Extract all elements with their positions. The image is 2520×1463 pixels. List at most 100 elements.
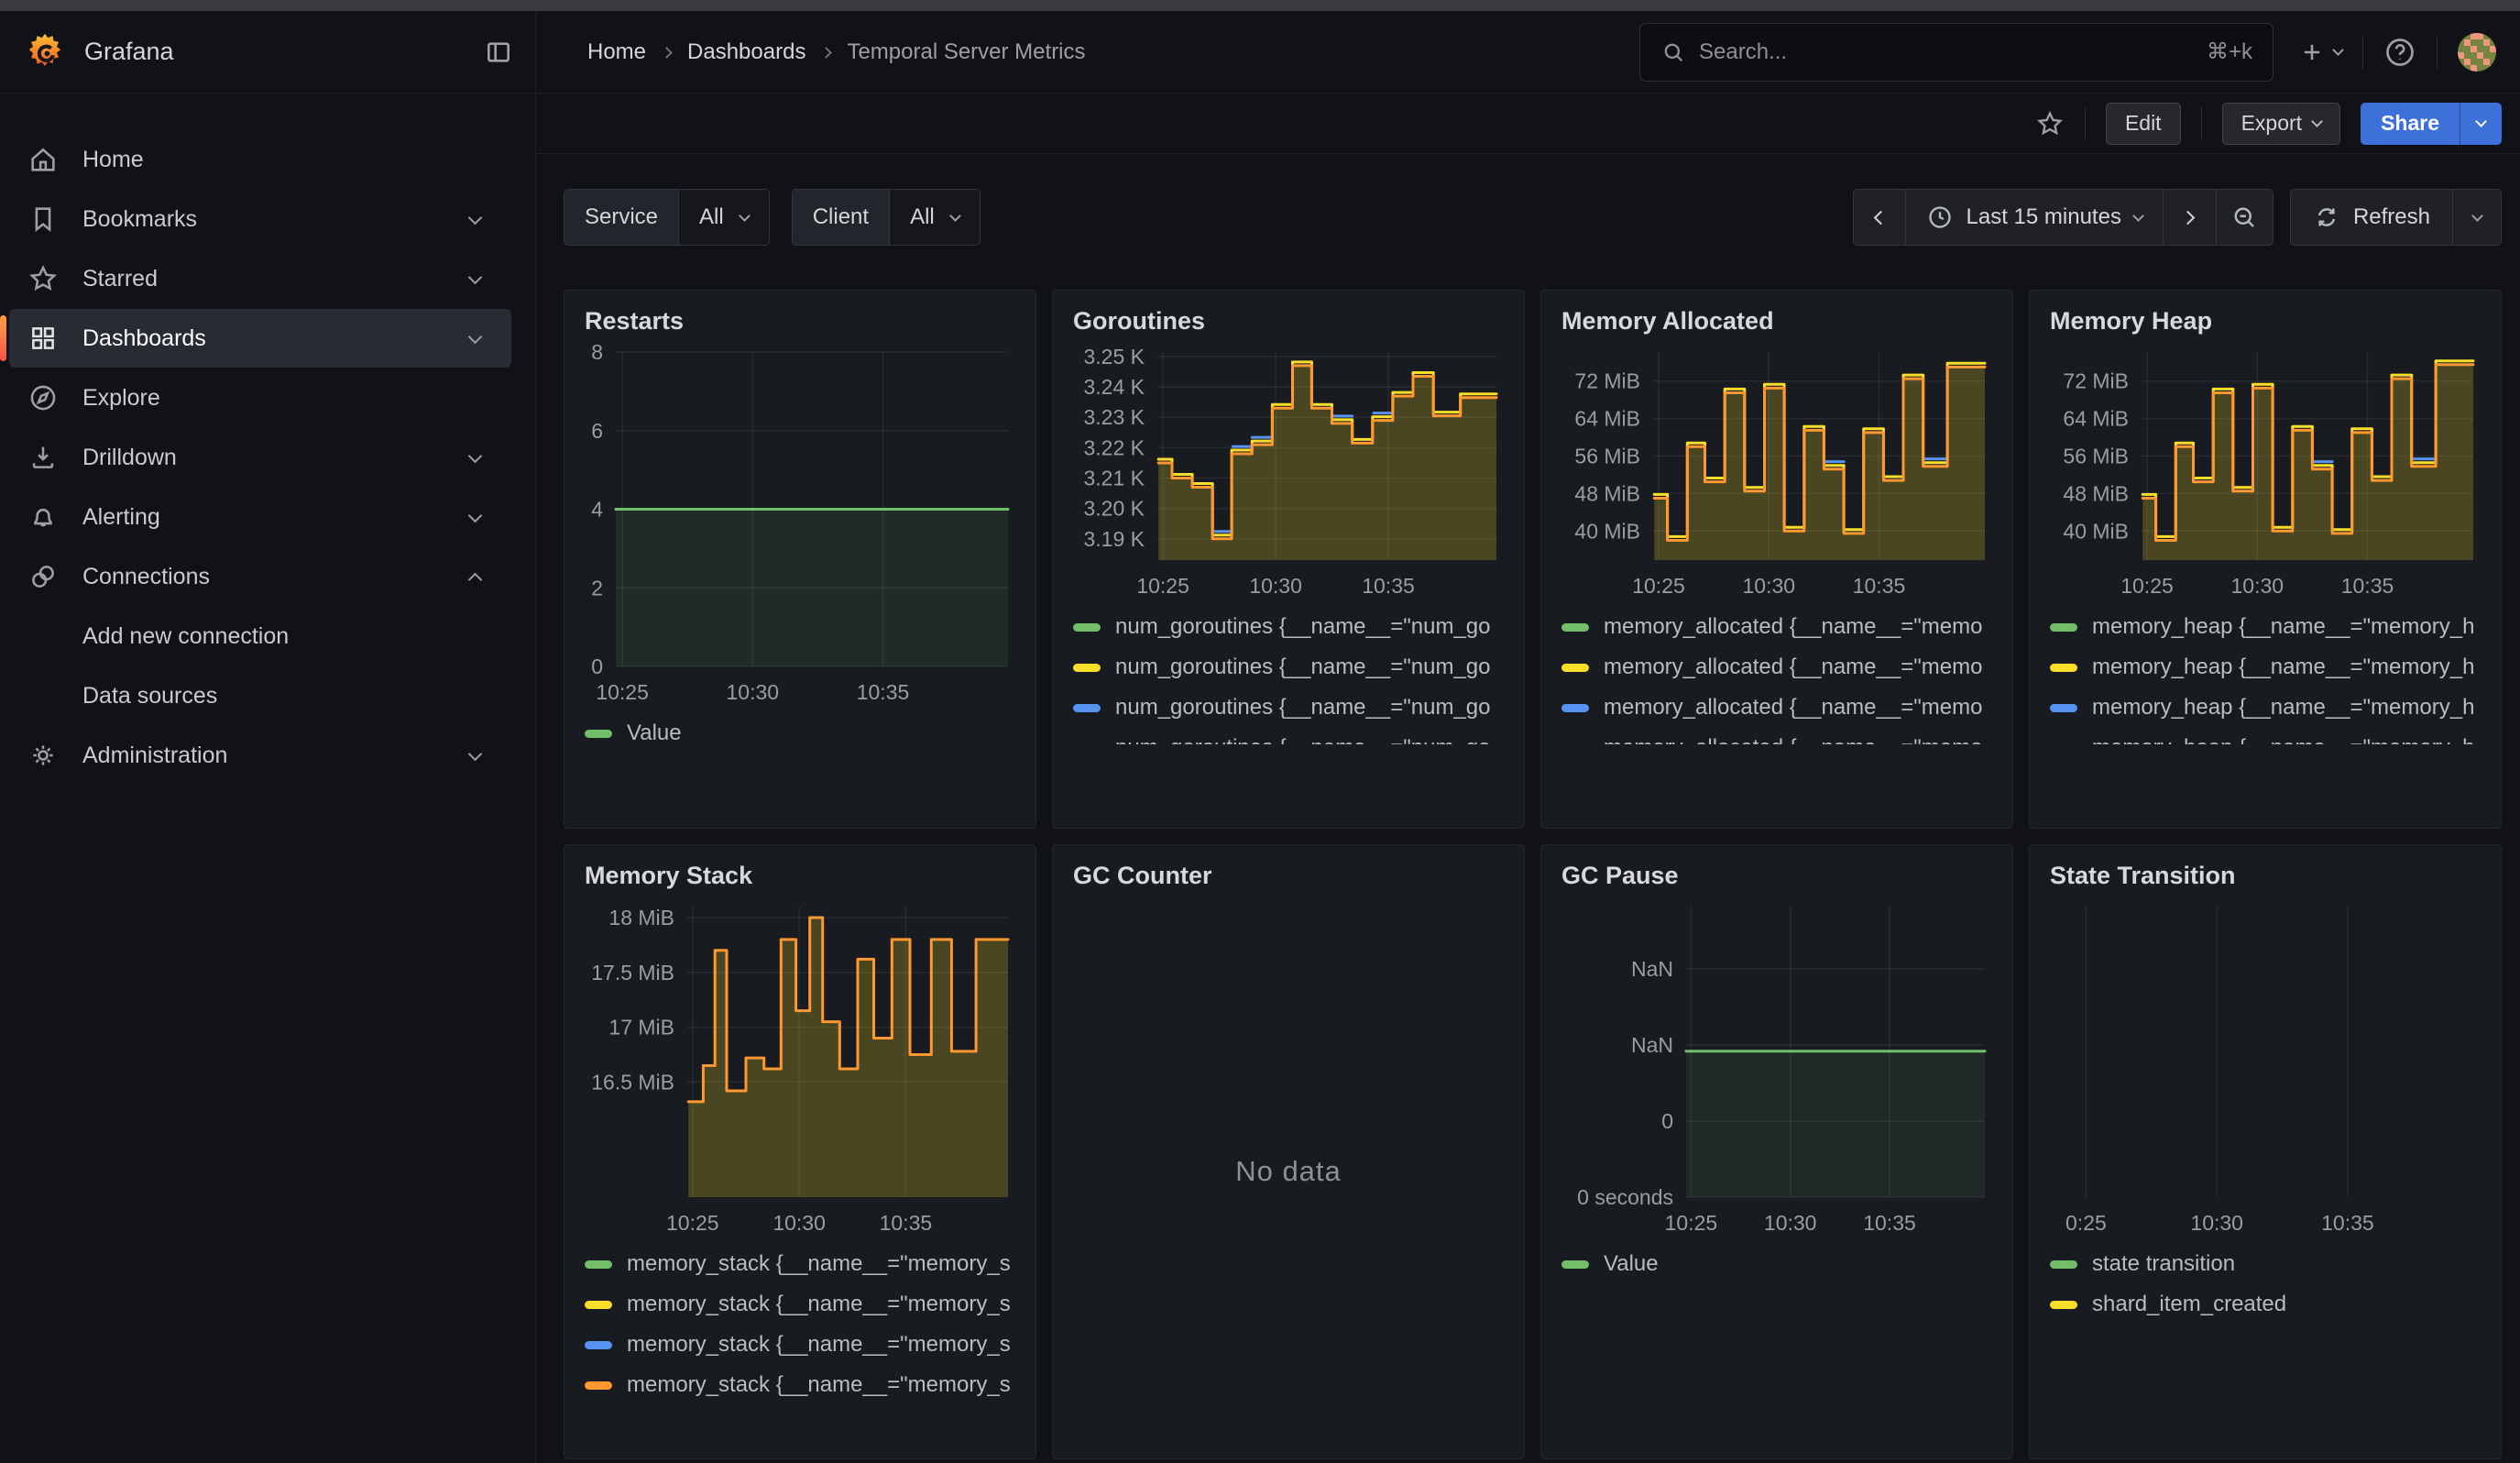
zoom-out-button[interactable] — [2217, 189, 2273, 246]
export-button[interactable]: Export — [2222, 103, 2340, 145]
sidebar-item-dashboards[interactable]: Dashboards — [9, 309, 511, 368]
panel-title[interactable]: Memory Heap — [2050, 307, 2481, 336]
legend-item[interactable]: memory_allocated {__name__="memo — [1561, 728, 1992, 744]
filter-value-dropdown[interactable]: All — [889, 190, 980, 245]
help-button[interactable] — [2383, 36, 2416, 69]
link-icon — [27, 561, 59, 592]
panel-title[interactable]: GC Pause — [1561, 862, 1992, 890]
share-label[interactable]: Share — [2361, 103, 2460, 145]
legend-item[interactable]: memory_heap {__name__="memory_h — [2050, 607, 2481, 647]
legend-item[interactable]: num_goroutines {__name__="num_go — [1073, 688, 1504, 728]
panel-title[interactable]: State Transition — [2050, 862, 2481, 890]
share-split-button[interactable]: Share — [2361, 103, 2502, 145]
panel-goroutines: Goroutines 3.19 K3.20 K3.21 K3.22 K3.23 K… — [1052, 290, 1525, 829]
filter-value-dropdown[interactable]: All — [678, 190, 769, 245]
chevron-right-icon — [2181, 210, 2196, 225]
sidebar-item-connections[interactable]: Connections — [9, 547, 511, 606]
refresh-interval-button[interactable] — [2452, 189, 2502, 246]
gc-pause-chart-canvas[interactable]: 0 seconds0NaNNaN10:2510:3010:35 — [1561, 899, 1992, 1238]
legend-item[interactable]: memory_allocated {__name__="memo — [1561, 647, 1992, 688]
legend-item[interactable]: num_goroutines {__name__="num_go — [1073, 607, 1504, 647]
legend-label: num_goroutines {__name__="num_go — [1115, 735, 1491, 744]
filter-service[interactable]: ServiceAll — [564, 189, 770, 246]
chevron-down-icon — [468, 508, 483, 522]
filter-label: Client — [793, 190, 889, 245]
sidebar-item-explore[interactable]: Explore — [9, 368, 511, 427]
sidebar-toggle-icon[interactable] — [484, 38, 513, 67]
sidebar-item-label: Bookmarks — [82, 206, 446, 233]
add-button[interactable] — [2299, 39, 2342, 65]
chevron-down-icon — [468, 448, 483, 463]
panel-gc-counter: GC CounterNo data — [1052, 844, 1525, 1459]
svg-text:10:30: 10:30 — [1764, 1211, 1817, 1235]
drilldown-icon — [27, 442, 59, 473]
filter-client[interactable]: ClientAll — [792, 189, 981, 246]
favorite-star-button[interactable] — [2035, 109, 2065, 138]
legend-color-marker — [2050, 664, 2077, 672]
sidebar-item-drilldown[interactable]: Drilldown — [9, 428, 511, 487]
legend-color-marker — [2050, 623, 2077, 632]
legend-item[interactable]: memory_stack {__name__="memory_s — [585, 1284, 1015, 1325]
panel-title[interactable]: Memory Stack — [585, 862, 1015, 890]
legend-item[interactable]: num_goroutines {__name__="num_go — [1073, 728, 1504, 744]
memory-stack-chart-canvas[interactable]: 16.5 MiB17 MiB17.5 MiB18 MiB10:2510:3010… — [585, 899, 1015, 1238]
chevron-right-icon — [821, 47, 833, 59]
legend-item[interactable]: shard_item_created — [2050, 1284, 2481, 1325]
legend-item[interactable]: memory_heap {__name__="memory_h — [2050, 688, 2481, 728]
avatar[interactable] — [2458, 33, 2496, 72]
state-transition-chart-canvas[interactable]: 0:2510:3010:35 — [2050, 899, 2481, 1238]
panel-title[interactable]: GC Counter — [1073, 862, 1504, 890]
search-input[interactable]: Search... ⌘+k — [1639, 23, 2273, 82]
legend-item[interactable]: memory_stack {__name__="memory_s — [585, 1244, 1015, 1284]
panel-title[interactable]: Memory Allocated — [1561, 307, 1992, 336]
sidebar-item-administration[interactable]: Administration — [9, 726, 511, 785]
legend-item[interactable]: memory_heap {__name__="memory_h — [2050, 728, 2481, 744]
memory-heap-chart-canvas[interactable]: 40 MiB48 MiB56 MiB64 MiB72 MiB10:2510:30… — [2050, 345, 2481, 601]
svg-text:3.19 K: 3.19 K — [1084, 527, 1145, 551]
legend-item[interactable]: num_goroutines {__name__="num_go — [1073, 647, 1504, 688]
sidebar-item-starred[interactable]: Starred — [9, 249, 511, 308]
legend-color-marker — [1073, 744, 1101, 745]
breadcrumb-item[interactable]: Home — [587, 39, 646, 65]
legend-item[interactable]: Value — [1561, 1244, 1992, 1284]
legend-color-marker — [1561, 623, 1589, 632]
divider — [2201, 107, 2202, 140]
svg-text:10:35: 10:35 — [880, 1211, 933, 1235]
edit-button[interactable]: Edit — [2106, 103, 2181, 145]
legend-item[interactable]: memory_stack {__name__="memory_s — [585, 1325, 1015, 1365]
panel-title[interactable]: Goroutines — [1073, 307, 1504, 336]
legend-item[interactable]: memory_allocated {__name__="memo — [1561, 607, 1992, 647]
sidebar-item-label: Add new connection — [82, 623, 493, 650]
refresh-button[interactable]: Refresh — [2290, 189, 2453, 246]
time-range-picker[interactable]: Last 15 minutes — [1906, 189, 2164, 246]
chevron-down-icon — [739, 210, 751, 222]
legend-item[interactable]: memory_allocated {__name__="memo — [1561, 688, 1992, 728]
legend-label: memory_heap {__name__="memory_h — [2092, 735, 2474, 744]
breadcrumb-item[interactable]: Temporal Server Metrics — [847, 39, 1085, 65]
goroutines-chart-canvas[interactable]: 3.19 K3.20 K3.21 K3.22 K3.23 K3.24 K3.25… — [1073, 345, 1504, 601]
svg-text:64 MiB: 64 MiB — [2063, 407, 2129, 431]
svg-text:40 MiB: 40 MiB — [2063, 519, 2129, 543]
restarts-chart-canvas[interactable]: 0246810:2510:3010:35 — [585, 345, 1015, 708]
legend-item[interactable]: memory_stack {__name__="memory_s — [585, 1365, 1015, 1405]
sidebar-item-data-sources[interactable]: Data sources — [9, 666, 511, 725]
legend-color-marker — [2050, 1301, 2077, 1309]
svg-text:16.5 MiB: 16.5 MiB — [591, 1070, 674, 1094]
legend-item[interactable]: Value — [585, 713, 1015, 754]
sidebar-item-add-new-connection[interactable]: Add new connection — [9, 607, 511, 666]
time-shift-forward-button[interactable] — [2164, 189, 2217, 246]
time-shift-back-button[interactable] — [1853, 189, 1906, 246]
share-options-button[interactable] — [2460, 103, 2502, 145]
chevron-down-icon — [2332, 44, 2344, 56]
sidebar-item-home[interactable]: Home — [9, 130, 511, 189]
memory-allocated-chart-canvas[interactable]: 40 MiB48 MiB56 MiB64 MiB72 MiB10:2510:30… — [1561, 345, 1992, 601]
panel-title[interactable]: Restarts — [585, 307, 1015, 336]
gear-icon — [27, 740, 59, 771]
sidebar-item-bookmarks[interactable]: Bookmarks — [9, 190, 511, 248]
breadcrumb-item[interactable]: Dashboards — [687, 39, 805, 65]
legend-item[interactable]: memory_heap {__name__="memory_h — [2050, 647, 2481, 688]
sidebar-item-alerting[interactable]: Alerting — [9, 488, 511, 546]
legend-item[interactable]: state transition — [2050, 1244, 2481, 1284]
star-icon — [27, 263, 59, 294]
legend-label: memory_stack {__name__="memory_s — [627, 1292, 1011, 1317]
